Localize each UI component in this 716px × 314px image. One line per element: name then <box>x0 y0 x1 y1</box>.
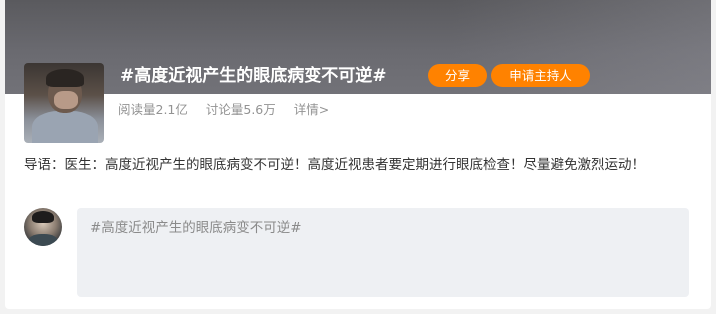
topic-title: #高度近视产生的眼底病变不可逆# <box>120 66 387 86</box>
topic-cover-image <box>24 63 104 143</box>
avatar-body <box>28 234 58 246</box>
topic-intro: 导语：医生：高度近视产生的眼底病变不可逆！高度近视患者要定期进行眼底检查！尽量避… <box>24 157 645 173</box>
apply-host-button[interactable]: 申请主持人 <box>491 64 590 87</box>
user-avatar[interactable] <box>24 208 62 246</box>
avatar-hair <box>32 211 54 223</box>
comment-input[interactable] <box>77 208 689 297</box>
cover-figure-shirt <box>32 111 98 143</box>
topic-stats: 阅读量2.1亿 讨论量5.6万 详情> <box>118 99 343 118</box>
discussion-count: 讨论量5.6万 <box>205 102 276 117</box>
cover-figure-hand <box>54 91 78 109</box>
cover-figure-hair <box>46 69 84 87</box>
read-count: 阅读量2.1亿 <box>118 102 188 117</box>
topic-card: #高度近视产生的眼底病变不可逆# 分享 申请主持人 阅读量2.1亿 讨论量5.6… <box>5 0 711 309</box>
share-button[interactable]: 分享 <box>428 64 487 87</box>
details-link[interactable]: 详情> <box>294 102 329 117</box>
